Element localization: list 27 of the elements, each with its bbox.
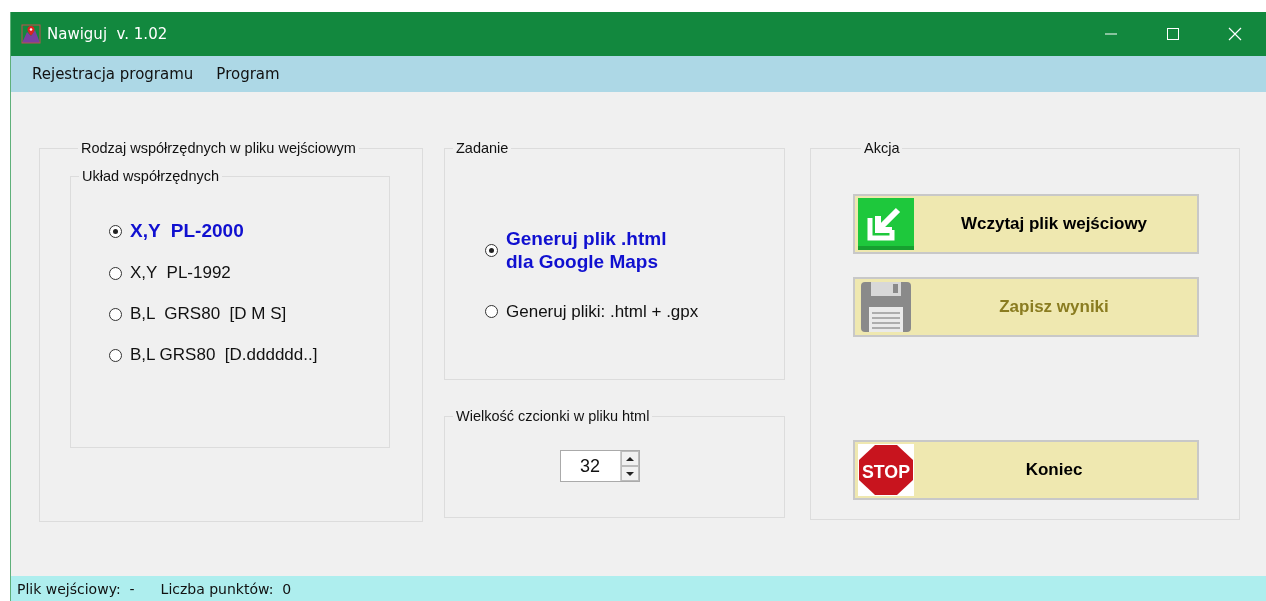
group-title: Wielkość czcionki w pliku html <box>455 408 651 424</box>
menu-item[interactable]: Program <box>207 65 294 83</box>
radio-option[interactable]: X,Y PL-2000 <box>109 220 389 242</box>
stop-sign-icon: STOP <box>858 444 914 496</box>
map-pin-icon <box>21 24 41 44</box>
group-title: Układ współrzędnych <box>81 168 220 184</box>
radio-option[interactable]: B,L GRS80 [D.dddddd..] <box>109 345 389 365</box>
up-arrow-icon <box>625 455 634 462</box>
group-title: Rodzaj współrzędnych w pliku wejściowym <box>80 140 357 156</box>
status-text: Liczba punktów: 0 <box>160 580 292 597</box>
status-text: Plik wejściowy: - <box>17 580 135 597</box>
number-spinner[interactable]: 32 <box>559 450 640 482</box>
group-title: Zadanie <box>455 140 510 156</box>
radio-option[interactable]: Generuj plik .html dla Google Maps <box>485 228 784 274</box>
down-arrow-icon <box>625 470 634 477</box>
group-title: Akcja <box>863 140 901 156</box>
radio-option[interactable]: X,Y PL-1992 <box>109 263 389 283</box>
radio-option[interactable]: Generuj pliki: .html + .gpx <box>485 301 784 322</box>
increment-button[interactable] <box>620 451 639 466</box>
maximize-icon <box>1166 27 1180 41</box>
close-icon <box>1228 27 1242 41</box>
window-title: Nawiguj v. 1.02 <box>47 25 168 43</box>
radio-option[interactable]: B,L GRS80 [D M S] <box>109 304 389 324</box>
menu-item[interactable]: Rejestracja programu <box>23 65 208 83</box>
action-button[interactable]: Wczytaj plik wejściowy <box>853 194 1199 254</box>
decrement-button[interactable] <box>620 466 639 481</box>
action-button[interactable]: STOP Koniec <box>853 440 1199 500</box>
